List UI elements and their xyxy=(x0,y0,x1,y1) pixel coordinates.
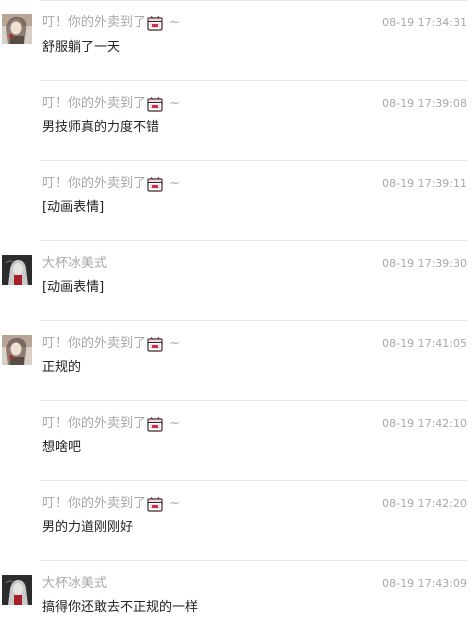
sender-name[interactable]: 叮！你的外卖到了 xyxy=(42,495,146,513)
takeout-box-icon xyxy=(147,15,163,31)
sender-tilde: ~ xyxy=(169,176,180,191)
sender-name[interactable]: 大杯冰美式 xyxy=(42,255,107,273)
message-timestamp: 08-19 17:43:09 xyxy=(382,577,467,590)
chat-message: 叮！你的外卖到了 ~ 08-19 17:39:11 [动画表情] xyxy=(0,160,475,240)
message-text: 正规的 xyxy=(42,360,82,375)
avatar[interactable] xyxy=(2,255,32,285)
message-timestamp: 08-19 17:42:10 xyxy=(382,417,467,430)
message-divider xyxy=(40,0,467,1)
chat-message: 大杯冰美式 08-19 17:43:09 搞得你还敢去不正规的一样 xyxy=(0,560,475,640)
sender-tilde: ~ xyxy=(169,96,180,111)
chat-message: 叮！你的外卖到了 ~ 08-19 17:42:20 男的力道刚刚好 xyxy=(0,480,475,560)
message-timestamp: 08-19 17:34:31 xyxy=(382,16,467,29)
sender-name[interactable]: 叮！你的外卖到了 xyxy=(42,335,146,353)
sender-tilde: ~ xyxy=(169,496,180,511)
takeout-box-icon xyxy=(147,416,163,432)
chat-message: 叮！你的外卖到了 ~ 08-19 17:39:08 男技师真的力度不错 xyxy=(0,80,475,160)
message-text: 男的力道刚刚好 xyxy=(42,520,134,535)
sender-name[interactable]: 叮！你的外卖到了 xyxy=(42,415,146,433)
message-divider xyxy=(40,480,467,481)
takeout-box-icon xyxy=(147,176,163,192)
sender-name[interactable]: 叮！你的外卖到了 xyxy=(42,175,146,193)
sender-line: 叮！你的外卖到了 ~ xyxy=(42,335,180,353)
takeout-box-icon xyxy=(147,496,163,512)
avatar[interactable] xyxy=(2,335,32,365)
sender-tilde: ~ xyxy=(169,15,180,30)
chat-message-list: 叮！你的外卖到了 ~ 08-19 17:34:31 舒服躺了一天 叮！你的外卖到… xyxy=(0,0,475,640)
sender-tilde: ~ xyxy=(169,416,180,431)
chat-message: 叮！你的外卖到了 ~ 08-19 17:34:31 舒服躺了一天 xyxy=(0,0,475,80)
message-timestamp: 08-19 17:39:11 xyxy=(382,177,467,190)
sender-tilde: ~ xyxy=(169,336,180,351)
sender-line: 叮！你的外卖到了 ~ xyxy=(42,175,180,193)
message-timestamp: 08-19 17:42:20 xyxy=(382,497,467,510)
message-text: 男技师真的力度不错 xyxy=(42,120,160,135)
takeout-box-icon xyxy=(147,96,163,112)
sender-name[interactable]: 叮！你的外卖到了 xyxy=(42,14,146,32)
message-divider xyxy=(40,240,467,241)
chat-message: 叮！你的外卖到了 ~ 08-19 17:42:10 想啥吧 xyxy=(0,400,475,480)
sender-name[interactable]: 大杯冰美式 xyxy=(42,575,107,593)
avatar[interactable] xyxy=(2,14,32,44)
chat-message: 叮！你的外卖到了 ~ 08-19 17:41:05 正规的 xyxy=(0,320,475,400)
message-divider xyxy=(40,80,467,81)
sender-line: 叮！你的外卖到了 ~ xyxy=(42,95,180,113)
sender-line: 大杯冰美式 xyxy=(42,575,107,593)
message-divider xyxy=(40,400,467,401)
sender-name[interactable]: 叮！你的外卖到了 xyxy=(42,95,146,113)
message-text: [动画表情] xyxy=(42,200,105,215)
message-divider xyxy=(40,560,467,561)
message-text: 舒服躺了一天 xyxy=(42,40,121,55)
avatar[interactable] xyxy=(2,575,32,605)
sender-line: 大杯冰美式 xyxy=(42,255,107,273)
message-text: 想啥吧 xyxy=(42,440,82,455)
message-text: [动画表情] xyxy=(42,280,105,295)
message-timestamp: 08-19 17:39:30 xyxy=(382,257,467,270)
message-timestamp: 08-19 17:41:05 xyxy=(382,337,467,350)
chat-message: 大杯冰美式 08-19 17:39:30 [动画表情] xyxy=(0,240,475,320)
sender-line: 叮！你的外卖到了 ~ xyxy=(42,14,180,32)
message-divider xyxy=(40,320,467,321)
takeout-box-icon xyxy=(147,336,163,352)
sender-line: 叮！你的外卖到了 ~ xyxy=(42,495,180,513)
message-divider xyxy=(40,160,467,161)
message-timestamp: 08-19 17:39:08 xyxy=(382,97,467,110)
message-text: 搞得你还敢去不正规的一样 xyxy=(42,600,199,615)
sender-line: 叮！你的外卖到了 ~ xyxy=(42,415,180,433)
